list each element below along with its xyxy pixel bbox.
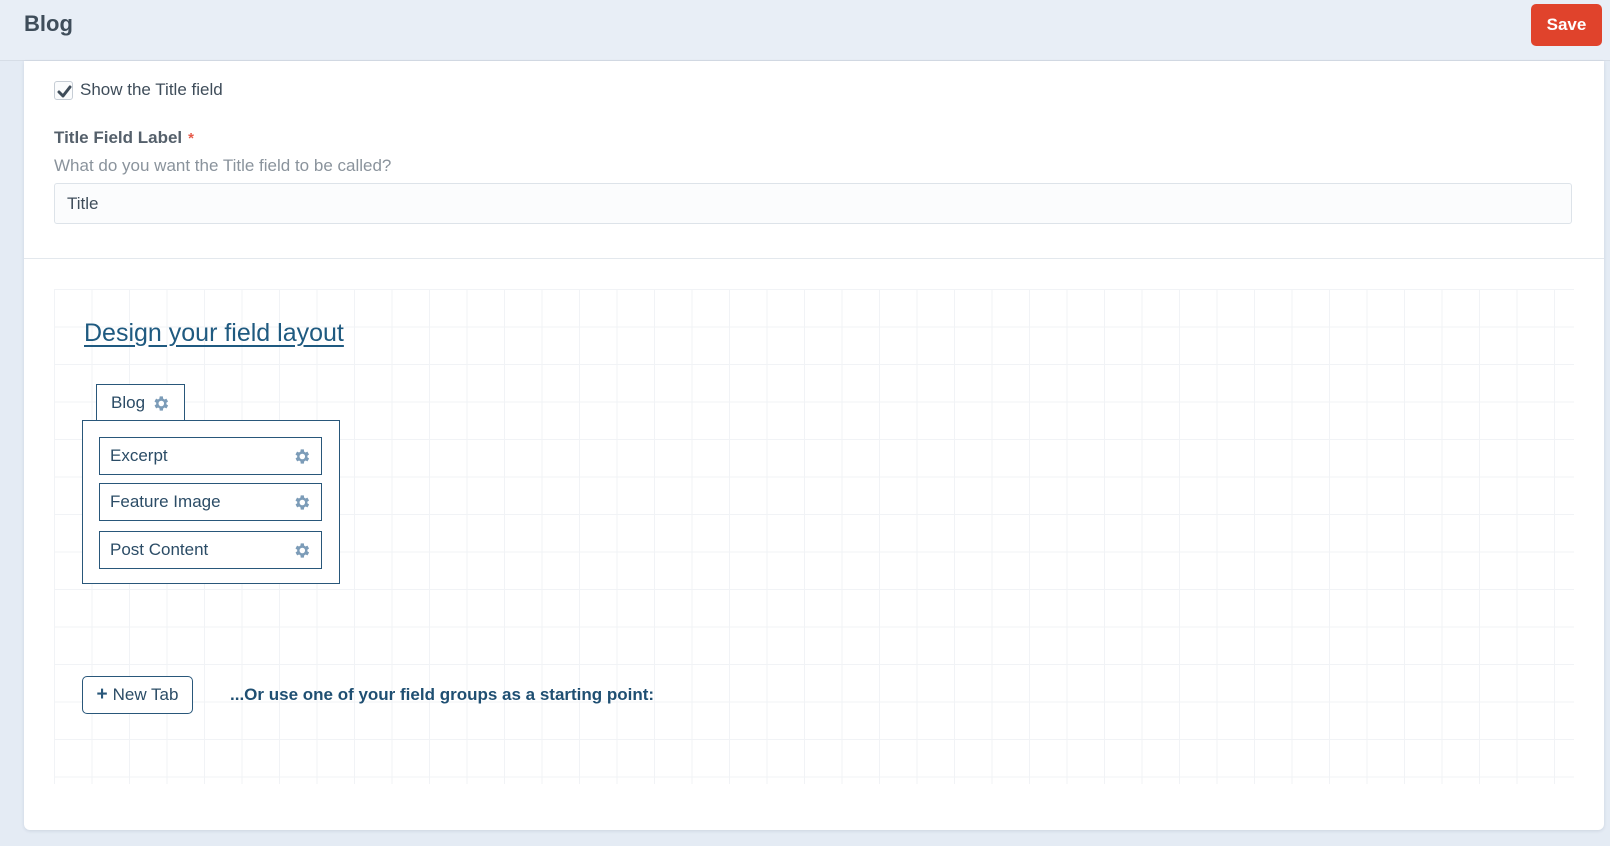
field-item-label: Post Content <box>110 540 209 559</box>
gear-icon[interactable] <box>151 394 170 413</box>
field-item-label: Excerpt <box>110 446 168 465</box>
top-bar: Blog Save <box>0 0 1610 61</box>
tab-label: Blog <box>111 393 146 412</box>
gear-icon[interactable] <box>292 447 311 466</box>
field-groups-prompt: ...Or use one of your field groups as a … <box>230 685 655 704</box>
title-field-instructions: What do you want the Title field to be c… <box>54 156 392 175</box>
required-marker: * <box>188 130 194 147</box>
plus-icon: + <box>96 684 108 705</box>
gear-icon[interactable] <box>292 541 311 560</box>
tab-body-blog: Excerpt Feature Image Post Content <box>82 420 340 584</box>
section-divider <box>24 258 1604 259</box>
show-title-checkbox[interactable] <box>54 80 73 100</box>
page-title: Blog <box>24 11 73 36</box>
show-title-label: Show the Title field <box>80 80 223 99</box>
settings-panel: Show the Title field Title Field Label * … <box>24 61 1604 830</box>
field-item-excerpt[interactable]: Excerpt <box>99 437 322 475</box>
field-item-post-content[interactable]: Post Content <box>99 531 322 569</box>
new-tab-button[interactable]: + New Tab <box>82 676 193 714</box>
checkmark-icon <box>57 85 72 97</box>
field-item-label: Feature Image <box>110 492 221 511</box>
field-item-feature-image[interactable]: Feature Image <box>99 483 322 521</box>
show-title-checkbox-row[interactable]: Show the Title field <box>54 80 223 100</box>
title-field-label-heading: Title Field Label * <box>54 128 194 148</box>
save-button[interactable]: Save <box>1531 4 1602 46</box>
field-label-text: Title Field Label <box>54 128 183 147</box>
new-tab-label: New Tab <box>112 685 179 704</box>
gear-icon[interactable] <box>292 493 311 512</box>
tab-blog[interactable]: Blog <box>96 384 185 421</box>
design-layout-heading[interactable]: Design your field layout <box>84 319 344 348</box>
title-field-label-input[interactable] <box>54 183 1572 224</box>
